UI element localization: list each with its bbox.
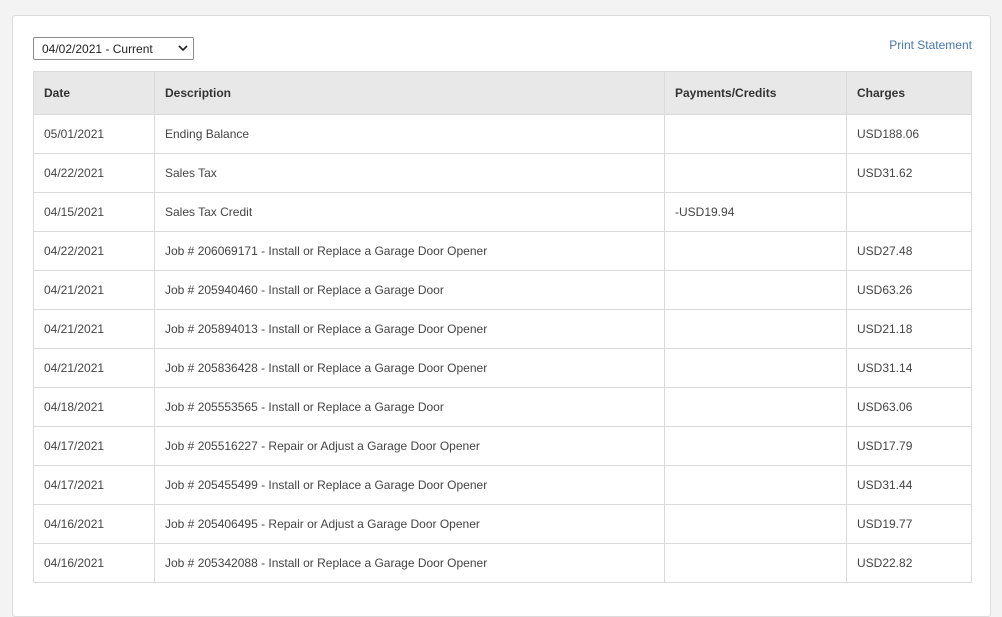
cell-description: Job # 205894013 - Install or Replace a G… [154, 309, 665, 349]
cell-date: 04/21/2021 [33, 270, 155, 310]
table-row: 04/21/2021 Job # 205940460 - Install or … [33, 270, 972, 310]
table-row: 04/17/2021 Job # 205516227 - Repair or A… [33, 426, 972, 466]
cell-payment [664, 465, 847, 505]
cell-date: 05/01/2021 [33, 114, 155, 154]
cell-date: 04/22/2021 [33, 231, 155, 271]
cell-payment [664, 426, 847, 466]
cell-charge: USD27.48 [846, 231, 972, 271]
table-row: 04/18/2021 Job # 205553565 - Install or … [33, 387, 972, 427]
cell-date: 04/17/2021 [33, 465, 155, 505]
cell-date: 04/18/2021 [33, 387, 155, 427]
column-header-charges: Charges [846, 71, 972, 115]
statement-card: 04/02/2021 - Current Print Statement Dat… [12, 15, 991, 617]
statement-period-select[interactable]: 04/02/2021 - Current [33, 37, 194, 60]
chevron-down-icon [178, 45, 188, 52]
cell-description: Ending Balance [154, 114, 665, 154]
cell-payment [664, 504, 847, 544]
cell-charge: USD21.18 [846, 309, 972, 349]
column-header-date: Date [33, 71, 155, 115]
cell-charge: USD188.06 [846, 114, 972, 154]
cell-description: Job # 205553565 - Install or Replace a G… [154, 387, 665, 427]
cell-payment [664, 153, 847, 193]
cell-charge: USD63.06 [846, 387, 972, 427]
cell-charge: USD22.82 [846, 543, 972, 583]
cell-charge: USD31.14 [846, 348, 972, 388]
cell-charge: USD17.79 [846, 426, 972, 466]
cell-date: 04/21/2021 [33, 348, 155, 388]
column-header-payments-credits: Payments/Credits [664, 71, 847, 115]
cell-description: Job # 206069171 - Install or Replace a G… [154, 231, 665, 271]
cell-charge: USD31.62 [846, 153, 972, 193]
statement-table: Date Description Payments/Credits Charge… [33, 71, 972, 583]
cell-payment [664, 543, 847, 583]
cell-description: Job # 205455499 - Install or Replace a G… [154, 465, 665, 505]
cell-payment [664, 387, 847, 427]
cell-charge: USD31.44 [846, 465, 972, 505]
cell-description: Job # 205516227 - Repair or Adjust a Gar… [154, 426, 665, 466]
cell-charge [846, 192, 972, 232]
cell-payment [664, 114, 847, 154]
table-row: 04/17/2021 Job # 205455499 - Install or … [33, 465, 972, 505]
table-row: 04/21/2021 Job # 205894013 - Install or … [33, 309, 972, 349]
cell-description: Job # 205342088 - Install or Replace a G… [154, 543, 665, 583]
cell-date: 04/17/2021 [33, 426, 155, 466]
table-row: 04/15/2021 Sales Tax Credit -USD19.94 [33, 192, 972, 232]
column-header-description: Description [154, 71, 665, 115]
table-row: 04/22/2021 Sales Tax USD31.62 [33, 153, 972, 193]
cell-charge: USD63.26 [846, 270, 972, 310]
table-row: 04/21/2021 Job # 205836428 - Install or … [33, 348, 972, 388]
cell-payment [664, 270, 847, 310]
cell-date: 04/16/2021 [33, 504, 155, 544]
cell-date: 04/21/2021 [33, 309, 155, 349]
cell-date: 04/15/2021 [33, 192, 155, 232]
cell-description: Sales Tax [154, 153, 665, 193]
table-row: 04/16/2021 Job # 205406495 - Repair or A… [33, 504, 972, 544]
cell-payment [664, 309, 847, 349]
statement-period-value: 04/02/2021 - Current [42, 42, 153, 56]
cell-charge: USD19.77 [846, 504, 972, 544]
table-header-row: Date Description Payments/Credits Charge… [33, 71, 972, 115]
cell-date: 04/22/2021 [33, 153, 155, 193]
cell-description: Job # 205940460 - Install or Replace a G… [154, 270, 665, 310]
cell-description: Job # 205406495 - Repair or Adjust a Gar… [154, 504, 665, 544]
table-row: 04/22/2021 Job # 206069171 - Install or … [33, 231, 972, 271]
cell-payment [664, 231, 847, 271]
cell-payment: -USD19.94 [664, 192, 847, 232]
cell-date: 04/16/2021 [33, 543, 155, 583]
print-statement-link[interactable]: Print Statement [889, 38, 972, 52]
table-row: 04/16/2021 Job # 205342088 - Install or … [33, 543, 972, 583]
cell-description: Job # 205836428 - Install or Replace a G… [154, 348, 665, 388]
cell-description: Sales Tax Credit [154, 192, 665, 232]
cell-payment [664, 348, 847, 388]
table-row: 05/01/2021 Ending Balance USD188.06 [33, 114, 972, 154]
